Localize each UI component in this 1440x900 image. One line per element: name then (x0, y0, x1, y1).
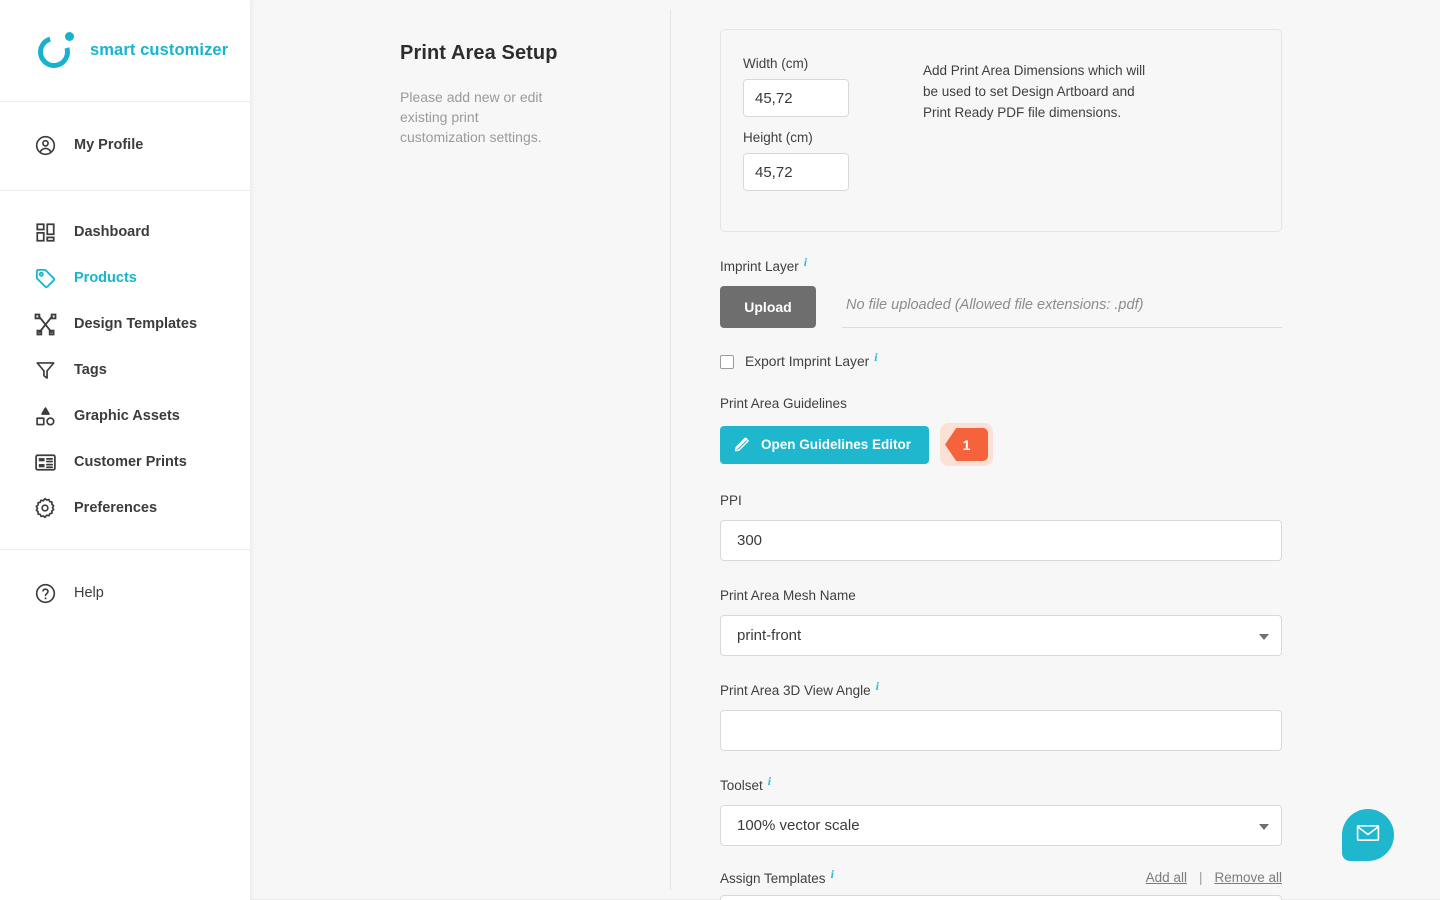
sidebar-item-products[interactable]: Products (0, 255, 250, 301)
upload-row: Upload No file uploaded (Allowed file ex… (720, 286, 1282, 328)
view-angle-section: Print Area 3D View Angle i (720, 679, 1282, 751)
sidebar-group-main: Dashboard Products Design Templates Tags… (0, 191, 250, 550)
funnel-icon (32, 357, 58, 383)
ppi-label: PPI (720, 493, 742, 508)
info-icon[interactable]: i (831, 867, 834, 882)
links-separator: | (1198, 870, 1203, 885)
width-input[interactable] (743, 79, 849, 117)
assign-templates-section: Assign Templates i Add all | Remove all … (720, 867, 1282, 900)
sidebar-item-label: Customer Prints (74, 453, 187, 470)
question-circle-icon (32, 580, 58, 606)
main-content: Print Area Setup Please add new or edit … (250, 0, 1440, 900)
mesh-name-select-wrapper[interactable] (720, 615, 1282, 656)
grid-icon (32, 219, 58, 245)
imprint-layer-section: Imprint Layer i Upload No file uploaded … (720, 255, 1282, 328)
add-all-link[interactable]: Add all (1146, 870, 1187, 885)
ppi-section: PPI (720, 492, 1282, 561)
scissors-icon (32, 311, 58, 337)
info-icon[interactable]: i (876, 679, 879, 694)
toolset-section: Toolset i (720, 774, 1282, 846)
assign-templates-label-text: Assign Templates (720, 871, 826, 886)
dimensions-panel: Width (cm) Height (cm) Add Print Area Di… (720, 29, 1282, 232)
toolset-label-text: Toolset (720, 778, 763, 793)
dimensions-fields: Width (cm) Height (cm) (743, 56, 923, 205)
assign-templates-header: Assign Templates i Add all | Remove all (720, 867, 1282, 886)
sidebar-item-customer-prints[interactable]: Customer Prints (0, 439, 250, 485)
sidebar-item-label: Preferences (74, 499, 158, 516)
upload-button[interactable]: Upload (720, 286, 816, 328)
sidebar-item-label: Tags (74, 361, 107, 378)
user-circle-icon (32, 132, 58, 158)
imprint-layer-label: Imprint Layer i (720, 255, 807, 274)
smart-customizer-logo-icon (32, 29, 76, 74)
sidebar-item-label: Design Templates (74, 315, 198, 332)
height-label: Height (cm) (743, 130, 813, 145)
gear-icon (32, 495, 58, 521)
chat-support-button[interactable] (1342, 809, 1394, 861)
info-icon[interactable]: i (804, 255, 807, 270)
sidebar-item-tags[interactable]: Tags (0, 347, 250, 393)
open-guidelines-editor-label: Open Guidelines Editor (761, 437, 912, 452)
export-imprint-checkbox[interactable] (720, 354, 734, 369)
export-imprint-row[interactable]: Export Imprint Layer i (720, 350, 1282, 369)
export-imprint-label-text: Export Imprint Layer (745, 354, 870, 369)
envelope-icon (1355, 820, 1381, 851)
assign-templates-label: Assign Templates i (720, 867, 834, 886)
print-area-guidelines-section: Print Area Guidelines Open Guidelines Ed… (720, 395, 1282, 466)
sidebar-item-graphic-assets[interactable]: Graphic Assets (0, 393, 250, 439)
step-badge[interactable]: 1 (945, 428, 989, 461)
mesh-name-section: Print Area Mesh Name (720, 587, 1282, 656)
app-root: smart customizer My Profile Dashboard Pr… (0, 0, 1440, 900)
toolset-select[interactable] (720, 805, 1282, 846)
sidebar-item-help[interactable]: Help (0, 570, 250, 616)
sidebar-item-dashboard[interactable]: Dashboard (0, 209, 250, 255)
remove-all-link[interactable]: Remove all (1214, 870, 1282, 885)
sidebar-group-profile: My Profile (0, 102, 250, 191)
mesh-name-select[interactable] (720, 615, 1282, 656)
view-angle-label-text: Print Area 3D View Angle (720, 683, 871, 698)
height-input[interactable] (743, 153, 849, 191)
step-badge-wrapper: 1 (940, 423, 994, 466)
mesh-name-label: Print Area Mesh Name (720, 588, 856, 603)
page-header: Print Area Setup Please add new or edit … (400, 42, 630, 147)
ppi-input[interactable] (720, 520, 1282, 561)
assigned-templates-box[interactable]: × Create from blank × Make it Yours. (720, 895, 1282, 900)
imprint-layer-label-text: Imprint Layer (720, 259, 799, 274)
guidelines-row: Open Guidelines Editor 1 (720, 423, 1282, 466)
tag-icon (32, 265, 58, 291)
shapes-icon (32, 403, 58, 429)
info-icon[interactable]: i (768, 774, 771, 789)
export-imprint-label: Export Imprint Layer i (745, 350, 878, 369)
sidebar-group-help: Help (0, 550, 250, 634)
info-icon[interactable]: i (874, 350, 877, 365)
sidebar-item-label: Help (74, 584, 104, 601)
file-status-text: No file uploaded (Allowed file extension… (842, 286, 1282, 328)
sidebar-item-label: Dashboard (74, 223, 150, 240)
page-subtitle: Please add new or edit existing print cu… (400, 89, 543, 145)
view-angle-label: Print Area 3D View Angle i (720, 679, 879, 698)
dimensions-note: Add Print Area Dimensions which will be … (923, 63, 1146, 120)
brand-name: smart customizer (90, 41, 229, 59)
brand-logo[interactable]: smart customizer (0, 0, 250, 102)
vertical-divider (670, 10, 671, 890)
width-label: Width (cm) (743, 56, 809, 71)
sidebar: smart customizer My Profile Dashboard Pr… (0, 0, 250, 900)
assign-templates-links: Add all | Remove all (1146, 870, 1282, 886)
sidebar-item-label: Products (74, 269, 137, 286)
sidebar-item-label: My Profile (74, 136, 144, 153)
print-area-form: Width (cm) Height (cm) Add Print Area Di… (720, 0, 1282, 900)
sidebar-item-preferences[interactable]: Preferences (0, 485, 250, 531)
layers-list-icon (32, 449, 58, 475)
view-angle-input[interactable] (720, 710, 1282, 751)
page-title: Print Area Setup (400, 42, 558, 64)
open-guidelines-editor-button[interactable]: Open Guidelines Editor (720, 425, 930, 464)
toolset-select-wrapper[interactable] (720, 805, 1282, 846)
pencil-icon (734, 435, 751, 455)
print-area-guidelines-label: Print Area Guidelines (720, 396, 847, 411)
sidebar-item-label: Graphic Assets (74, 407, 180, 424)
sidebar-item-design-templates[interactable]: Design Templates (0, 301, 250, 347)
toolset-label: Toolset i (720, 774, 771, 793)
sidebar-item-my-profile[interactable]: My Profile (0, 122, 250, 168)
